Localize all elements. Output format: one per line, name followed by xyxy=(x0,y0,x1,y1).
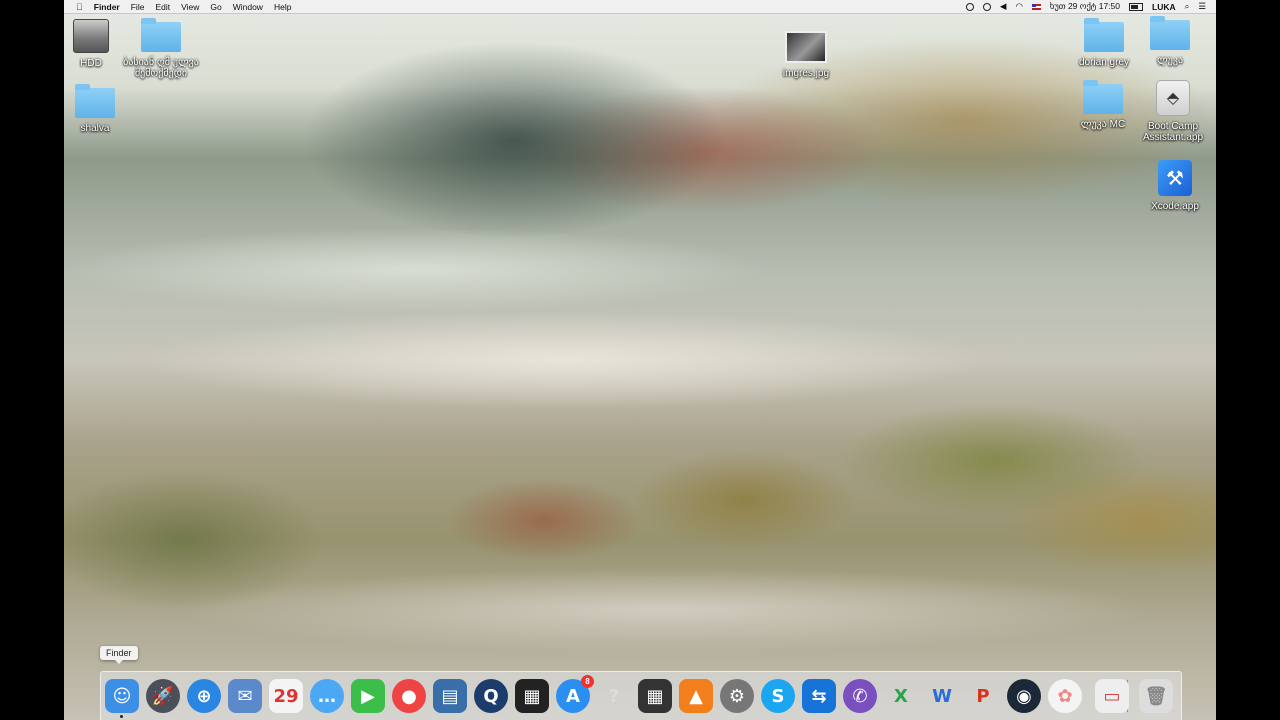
desktop-icon-label: Xcode.app xyxy=(1151,201,1199,212)
menu-help[interactable]: Help xyxy=(274,2,291,12)
dock-excel-icon[interactable]: X xyxy=(884,679,918,713)
desktop-icon-label: ლუკა xyxy=(1156,55,1184,66)
dock-steam-icon[interactable]: ◉ xyxy=(1007,679,1041,713)
dock-safari-icon[interactable]: ⊕ xyxy=(187,679,221,713)
dock-archive-utility-icon[interactable]: ▤ xyxy=(433,679,467,713)
folder-icon xyxy=(1083,80,1123,114)
app-store-badge: 8 xyxy=(581,675,594,688)
hdd-icon xyxy=(73,19,109,53)
image-thumbnail xyxy=(785,31,827,63)
desktop-icon-boot-camp[interactable]: ⬘ Boot Camp Assistant.app xyxy=(1133,80,1213,143)
dock-preview-icon[interactable]: ✉ xyxy=(228,679,262,713)
desktop-icon-imgres[interactable]: imgres.jpg xyxy=(766,31,846,79)
timemachine-icon[interactable] xyxy=(982,2,991,11)
dock-system-preferences-icon[interactable]: ⚙ xyxy=(720,679,754,713)
dock-chrome-icon[interactable]: ● xyxy=(392,679,426,713)
dock-downloads-stack-icon[interactable]: ▭ xyxy=(1095,679,1129,713)
menu-bar:  Finder File Edit View Go Window Help ◀… xyxy=(64,0,1216,14)
desktop-icon-label: ლუკა MC xyxy=(1080,119,1126,130)
dock-unknown-app-icon[interactable]: ? xyxy=(597,679,631,713)
search-icon[interactable]: ⌕ xyxy=(1185,1,1190,12)
dock-trash-icon[interactable]: 🗑 xyxy=(1139,679,1173,713)
dock-tooltip: Finder xyxy=(100,646,138,664)
dock-messages-icon[interactable]: … xyxy=(310,679,344,713)
desktop[interactable]:  Finder File Edit View Go Window Help ◀… xyxy=(64,0,1216,720)
dock-facetime-icon[interactable]: ▶ xyxy=(351,679,385,713)
desktop-icon-label: ბასიან ღმ ულვა შემოქმედი xyxy=(123,57,199,79)
menu-window[interactable]: Window xyxy=(233,2,263,12)
folder-icon xyxy=(1084,18,1124,52)
user-name[interactable]: LUKA xyxy=(1152,2,1176,12)
dock-powerpoint-icon[interactable]: P xyxy=(966,679,1000,713)
desktop-icon-luka-mc[interactable]: ლუკა MC xyxy=(1063,80,1143,130)
wifi-icon[interactable]: ◠ xyxy=(1015,1,1022,12)
dock-final-cut-icon[interactable]: ▦ xyxy=(515,679,549,713)
folder-icon xyxy=(75,84,115,118)
dock: ☺ 🚀 ⊕ ✉ 29 … ▶ ● ▤ Q ▦ A 8 ? ▦ ▲ ⚙ S ⇆ ✆… xyxy=(100,671,1182,720)
clock[interactable]: ხუთ 29 ოქტ 17:50 xyxy=(1050,1,1120,12)
menu-edit[interactable]: Edit xyxy=(155,2,170,12)
desktop-icon-shalva[interactable]: shalva xyxy=(64,84,135,134)
menu-app-name[interactable]: Finder xyxy=(94,2,120,12)
dock-skype-icon[interactable]: S xyxy=(761,679,795,713)
desktop-icon-folder-georgian[interactable]: ბასიან ღმ ულვა შემოქმედი xyxy=(121,18,201,79)
dock-quicktime-icon[interactable]: Q xyxy=(474,679,508,713)
apple-icon[interactable]:  xyxy=(76,2,83,12)
dock-word-icon[interactable]: W xyxy=(925,679,959,713)
dock-teamviewer-icon[interactable]: ⇆ xyxy=(802,679,836,713)
dock-vlc-icon[interactable]: ▲ xyxy=(679,679,713,713)
dock-calendar-icon[interactable]: 29 xyxy=(269,679,303,713)
dock-finder-icon[interactable]: ☺ xyxy=(105,679,139,718)
record-icon[interactable] xyxy=(965,2,974,11)
menu-view[interactable]: View xyxy=(181,2,199,12)
battery-icon[interactable] xyxy=(1129,2,1143,11)
desktop-icon-luka[interactable]: ლუკა xyxy=(1130,16,1210,66)
folder-icon xyxy=(141,18,181,52)
folder-icon xyxy=(1150,16,1190,50)
desktop-icon-label: Boot Camp Assistant.app xyxy=(1142,121,1204,143)
dock-app-store-icon[interactable]: A 8 xyxy=(556,675,594,713)
dock-photos-icon[interactable]: ✿ xyxy=(1048,679,1082,713)
notification-center-icon[interactable]: ☰ xyxy=(1198,1,1206,12)
desktop-icon-label: shalva xyxy=(80,123,110,134)
desktop-icon-label: imgres.jpg xyxy=(782,68,830,79)
bootcamp-icon: ⬘ xyxy=(1156,80,1190,116)
running-indicator xyxy=(120,715,123,718)
dock-launchpad-icon[interactable]: 🚀 xyxy=(146,679,180,713)
dock-imovie-icon[interactable]: ▦ xyxy=(638,679,672,713)
xcode-icon: ⚒ xyxy=(1158,160,1192,196)
menu-file[interactable]: File xyxy=(131,2,145,12)
desktop-icon-xcode[interactable]: ⚒ Xcode.app xyxy=(1135,160,1215,212)
dock-viber-icon[interactable]: ✆ xyxy=(843,679,877,713)
flag-icon[interactable] xyxy=(1031,3,1041,10)
volume-icon[interactable]: ◀ xyxy=(1000,1,1007,12)
menu-go[interactable]: Go xyxy=(210,2,221,12)
